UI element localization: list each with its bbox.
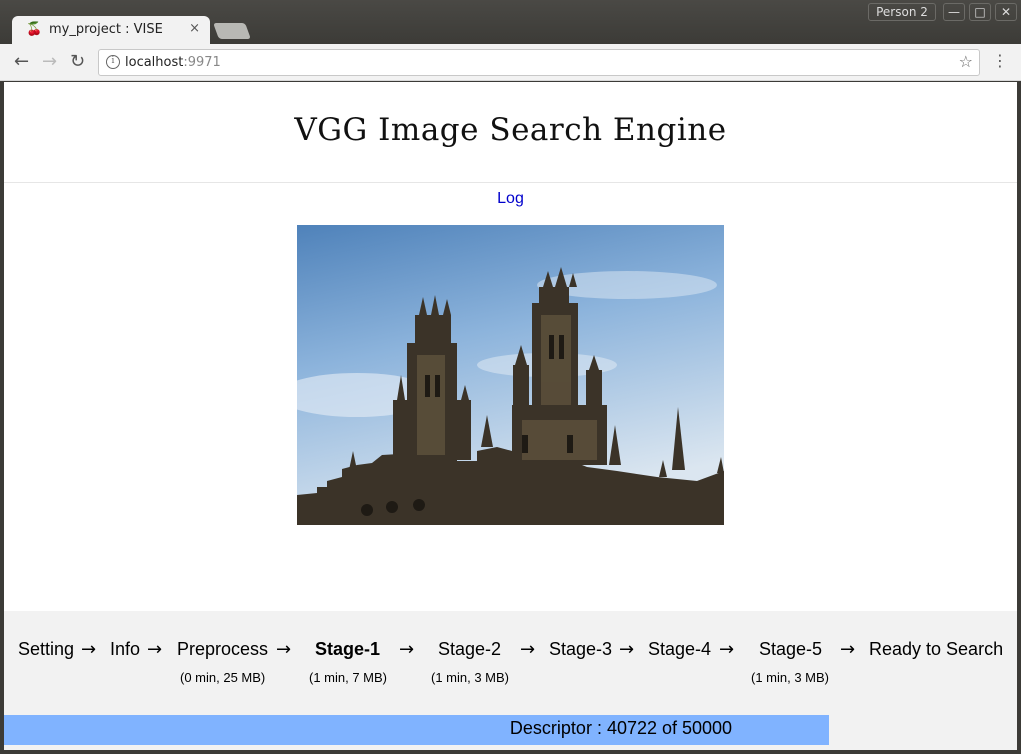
cherry-favicon-icon: 🍒 <box>26 22 43 37</box>
new-tab-button[interactable] <box>213 23 251 39</box>
stage-3: Stage-3 <box>549 639 613 659</box>
forward-arrow-icon[interactable]: → <box>42 51 57 72</box>
tab-title: my_project : VISE <box>49 22 163 37</box>
arrow-icon: → <box>147 639 163 660</box>
log-link[interactable]: Log <box>4 190 1017 208</box>
stage-5-stats: (1 min, 3 MB) <box>751 670 830 685</box>
bookmark-star-icon[interactable]: ☆ <box>959 52 973 71</box>
arrow-icon: → <box>619 639 635 660</box>
address-bar[interactable]: i localhost:9971 ☆ <box>98 49 980 76</box>
stage-5: Stage-5 <box>759 639 823 659</box>
preprocess-stats: (0 min, 25 MB) <box>180 670 266 685</box>
image-preview <box>297 225 724 525</box>
progress-text: Descriptor : 40722 of 50000 <box>509 718 733 738</box>
reload-icon[interactable]: ↻ <box>70 51 85 72</box>
divider <box>4 182 1017 183</box>
window-titlebar: 🍒 my_project : VISE × Person 2 — □ ✕ <box>0 0 1021 44</box>
menu-dots-icon[interactable]: ⋮ <box>992 51 1008 70</box>
stage-1-current: Stage-1 <box>315 639 381 659</box>
arrow-icon: → <box>840 639 856 660</box>
url-text: localhost:9971 <box>125 55 221 70</box>
arrow-icon: → <box>399 639 415 660</box>
arrow-icon: → <box>276 639 292 660</box>
stage-preprocess: Preprocess <box>177 639 269 659</box>
browser-toolbar: ← → ↻ i localhost:9971 ☆ ⋮ <box>0 44 1021 81</box>
building-photo <box>297 225 724 525</box>
url-port: :9971 <box>183 55 221 70</box>
stage-progress-panel: Setting → Info → Preprocess → Stage-1 → … <box>4 611 1017 750</box>
page-content: VGG Image Search Engine Log Setting → In… <box>4 82 1017 750</box>
minimize-icon[interactable]: — <box>943 3 965 21</box>
stage-2-stats: (1 min, 3 MB) <box>431 670 510 685</box>
page-title: VGG Image Search Engine <box>294 112 727 148</box>
profile-button[interactable]: Person 2 <box>868 3 936 21</box>
info-icon[interactable]: i <box>106 55 120 69</box>
arrow-icon: → <box>81 639 97 660</box>
stage-2: Stage-2 <box>438 639 502 659</box>
arrow-icon: → <box>520 639 536 660</box>
stage-4: Stage-4 <box>648 639 712 659</box>
arrow-icon: → <box>719 639 735 660</box>
url-host: localhost <box>125 55 184 70</box>
stage-setting: Setting <box>18 639 75 659</box>
close-window-icon[interactable]: ✕ <box>995 3 1017 21</box>
maximize-icon[interactable]: □ <box>969 3 991 21</box>
browser-tab[interactable]: 🍒 my_project : VISE × <box>12 16 210 44</box>
tab-close-icon[interactable]: × <box>189 21 200 36</box>
stage-1-stats: (1 min, 7 MB) <box>309 670 388 685</box>
back-arrow-icon[interactable]: ← <box>14 51 29 72</box>
stage-info: Info <box>110 639 141 659</box>
stage-ready-to-search: Ready to Search <box>869 639 1004 659</box>
